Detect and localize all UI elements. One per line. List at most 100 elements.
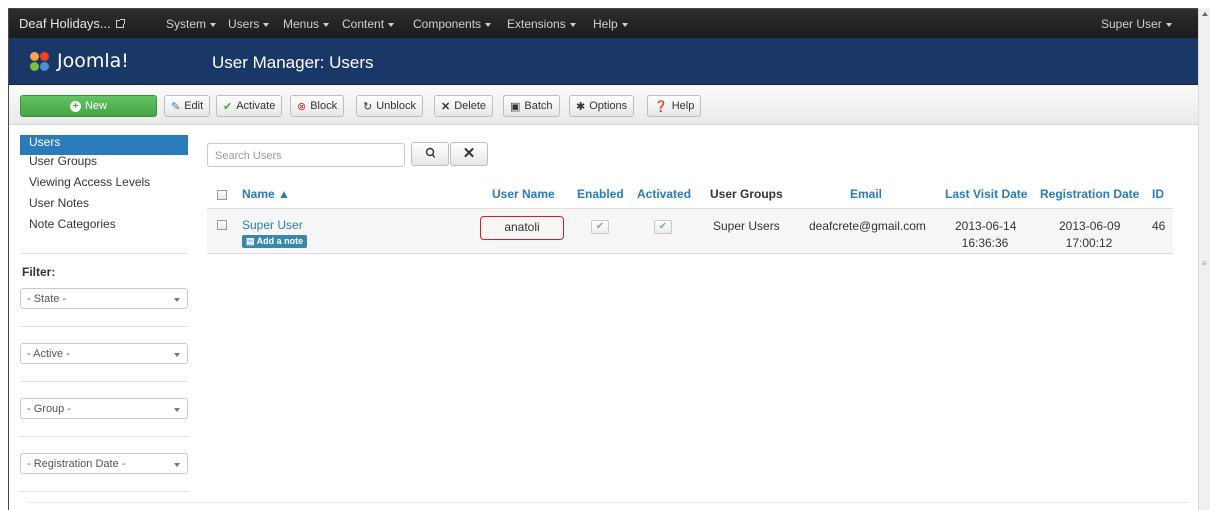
edit-button[interactable]: ✎ Edit: [164, 95, 211, 117]
header-enabled[interactable]: Enabled: [577, 187, 624, 201]
joomla-logo-icon: [29, 50, 51, 72]
menu-label: Help: [593, 17, 618, 31]
options-label: Options: [589, 100, 628, 112]
external-link-icon: [115, 19, 125, 28]
search-icon: [425, 147, 436, 158]
gear-icon: ✱: [576, 100, 586, 113]
sidebar-item-users[interactable]: Users: [20, 135, 188, 155]
header-user-name[interactable]: User Name: [492, 187, 555, 201]
help-label: Help: [671, 100, 695, 112]
state-filter-select[interactable]: - State -: [20, 288, 188, 309]
page-header: Joomla! User Manager: Users: [9, 38, 1198, 85]
user-menu-label: Super User: [1101, 17, 1162, 31]
scroll-up-icon[interactable]: [1202, 12, 1208, 16]
filter-registration-block: - Registration Date -: [20, 453, 188, 492]
close-icon: ✕: [462, 145, 476, 162]
username-cell: anatoli: [480, 216, 564, 240]
caret-down-icon: [485, 22, 492, 27]
unblock-button[interactable]: ↻ Unblock: [356, 95, 423, 117]
header-last-visit-date[interactable]: Last Visit Date: [945, 187, 1027, 201]
email-cell: deafcrete@gmail.com: [809, 219, 926, 233]
search-button[interactable]: [411, 142, 449, 166]
vertical-scrollbar[interactable]: ≡: [1198, 8, 1210, 510]
header-user-groups: User Groups: [710, 187, 783, 201]
menu-components[interactable]: Components: [413, 17, 492, 31]
joomla-logo[interactable]: Joomla!: [29, 46, 129, 76]
sidebar-item-viewing-access-levels[interactable]: Viewing Access Levels: [20, 176, 188, 197]
clear-search-button[interactable]: ✕: [450, 142, 488, 166]
note-icon: ▤: [246, 236, 257, 246]
last-visit-time: 16:36:36: [961, 236, 1009, 250]
menu-help[interactable]: Help: [593, 17, 628, 31]
select-value: - Group -: [27, 403, 72, 415]
search-placeholder: Search Users: [215, 150, 282, 162]
block-button[interactable]: ⊗ Block: [290, 95, 345, 117]
add-note-badge[interactable]: ▤ Add a note: [242, 233, 308, 248]
header-id[interactable]: ID: [1152, 187, 1164, 201]
sidebar-item-user-notes[interactable]: User Notes: [20, 197, 188, 218]
check-icon: ✔: [595, 221, 605, 232]
page-title: User Manager: Users: [212, 53, 374, 72]
menu-extensions[interactable]: Extensions: [507, 17, 576, 31]
sidebar: Users User Groups Viewing Access Levels …: [20, 135, 188, 508]
menu-label: Components: [413, 17, 482, 31]
sidebar-item-label: User Notes: [29, 196, 90, 210]
menu-users[interactable]: Users: [228, 17, 270, 31]
site-name-link[interactable]: Deaf Holidays...: [19, 16, 125, 31]
activate-button[interactable]: ✔ Activate: [216, 95, 283, 117]
new-label: New: [84, 100, 107, 112]
menu-content[interactable]: Content: [342, 17, 395, 31]
refresh-icon: ↻: [363, 100, 373, 113]
options-button[interactable]: ✱ Options: [569, 95, 635, 117]
search-input[interactable]: Search Users: [207, 143, 405, 167]
activated-toggle[interactable]: ✔: [654, 220, 672, 234]
row-checkbox[interactable]: [217, 220, 227, 230]
active-filter-select[interactable]: - Active -: [20, 343, 188, 364]
last-visit-date-cell: 2013-06-14 16:36:36: [955, 219, 1016, 250]
caret-down-icon: [388, 22, 395, 27]
help-button[interactable]: ❓ Help: [647, 95, 702, 117]
user-name-link[interactable]: Super User: [242, 218, 303, 232]
chevron-down-icon: [174, 298, 180, 302]
edit-label: Edit: [184, 100, 204, 112]
filter-group-block: - Group -: [20, 398, 188, 437]
id-cell: 46: [1152, 219, 1166, 233]
menu-label: Extensions: [507, 17, 566, 31]
delete-button[interactable]: ✕ Delete: [434, 95, 494, 117]
registration-date-filter-select[interactable]: - Registration Date -: [20, 453, 188, 474]
batch-icon: ▣: [510, 100, 521, 113]
logo-text: Joomla!: [57, 50, 129, 72]
menu-label: System: [166, 17, 207, 31]
enabled-toggle[interactable]: ✔: [591, 220, 609, 234]
menu-system[interactable]: System: [166, 17, 217, 31]
header-registration-date[interactable]: Registration Date: [1040, 187, 1139, 201]
registration-date: 2013-06-09: [1059, 219, 1121, 233]
user-menu[interactable]: Super User: [1101, 17, 1172, 31]
registration-date-cell: 2013-06-09 17:00:12: [1059, 219, 1121, 250]
batch-button[interactable]: ▣ Batch: [503, 95, 560, 117]
menu-menus[interactable]: Menus: [283, 17, 330, 31]
filter-state-block: - State -: [20, 288, 188, 327]
header-email[interactable]: Email: [850, 187, 882, 201]
header-activated[interactable]: Activated: [637, 187, 691, 201]
caret-down-icon: [569, 22, 576, 27]
sidebar-item-user-groups[interactable]: User Groups: [20, 155, 188, 176]
sidebar-item-note-categories[interactable]: Note Categories: [20, 218, 188, 239]
toolbar: + New ✎ Edit ✔ Activate ⊗ Block ↻ Unblock ✕ De…: [9, 85, 1198, 125]
sidebar-item-label: Users: [29, 135, 61, 149]
check-icon: ✔: [223, 100, 233, 113]
chevron-down-icon: [174, 463, 180, 467]
caret-down-icon: [621, 22, 628, 27]
help-icon: ❓: [654, 100, 668, 113]
caret-down-icon: [323, 22, 330, 27]
caret-down-icon: [210, 22, 217, 27]
block-label: Block: [310, 100, 338, 112]
select-value: - State -: [27, 293, 67, 305]
activate-label: Activate: [236, 100, 276, 112]
group-filter-select[interactable]: - Group -: [20, 398, 188, 419]
new-button[interactable]: + New: [20, 95, 157, 117]
delete-label: Delete: [454, 100, 487, 112]
select-all-checkbox[interactable]: [217, 190, 227, 200]
table-row: Super User ▤ Add a note anatoli ✔ ✔ Supe…: [207, 208, 1173, 254]
header-name[interactable]: Name ▲: [242, 187, 290, 201]
